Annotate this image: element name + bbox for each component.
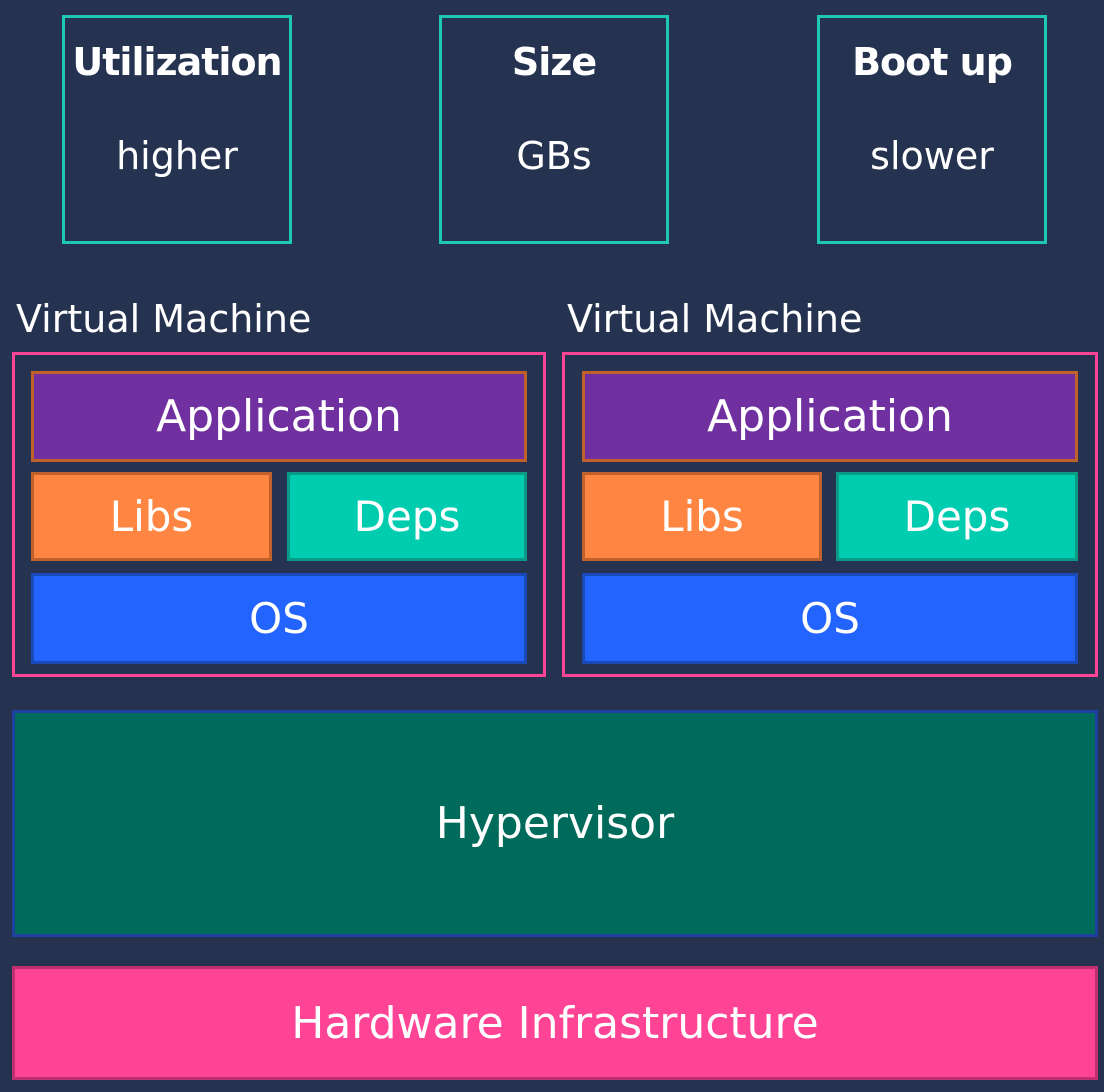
metric-value: slower <box>870 134 994 178</box>
metric-title: Size <box>511 40 597 84</box>
metric-boot-up: Boot up slower <box>817 15 1047 244</box>
vm-label: Virtual Machine <box>16 297 312 341</box>
metric-utilization: Utilization higher <box>62 15 292 244</box>
metric-title: Utilization <box>72 40 282 84</box>
vm-architecture-diagram: Utilization higher Size GBs Boot up slow… <box>0 0 1104 1092</box>
metric-value: higher <box>116 134 238 178</box>
metric-value: GBs <box>516 134 592 178</box>
os-layer: OS <box>582 573 1078 664</box>
deps-layer: Deps <box>836 472 1078 561</box>
application-layer: Application <box>582 371 1078 462</box>
metric-size: Size GBs <box>439 15 669 244</box>
vm-label: Virtual Machine <box>567 297 863 341</box>
hardware-infrastructure-layer: Hardware Infrastructure <box>12 966 1098 1080</box>
os-layer: OS <box>31 573 527 664</box>
metric-title: Boot up <box>852 40 1013 84</box>
hypervisor-layer: Hypervisor <box>12 710 1098 937</box>
application-layer: Application <box>31 371 527 462</box>
libs-layer: Libs <box>582 472 822 561</box>
deps-layer: Deps <box>287 472 527 561</box>
libs-layer: Libs <box>31 472 272 561</box>
